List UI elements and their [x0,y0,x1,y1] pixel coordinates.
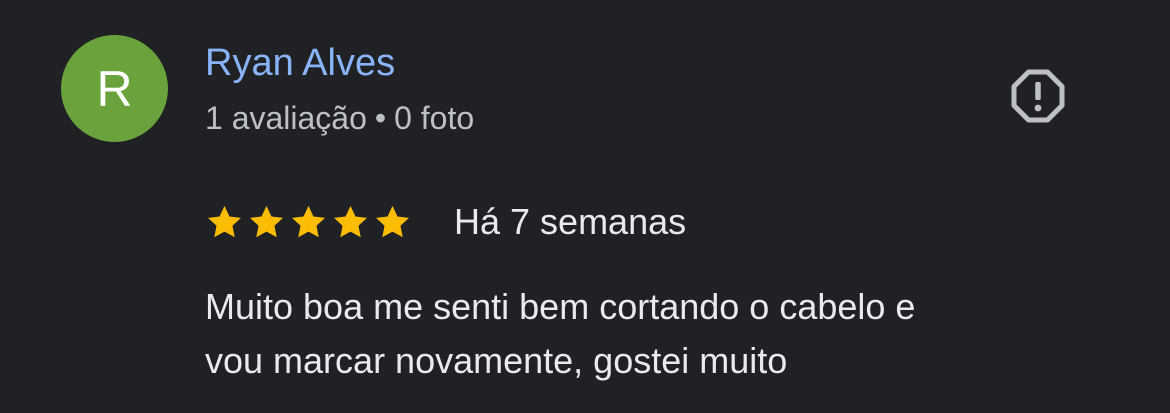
star-icon [334,205,367,237]
review-text-line: vou marcar novamente, gostei muito [205,340,788,381]
meta-separator: • [374,100,387,136]
star-icon [376,205,409,237]
star-icon [250,205,283,237]
photos-count: 0 foto [394,100,475,136]
star-icon [292,205,325,237]
avatar-initial: R [96,60,133,117]
report-button[interactable] [1005,63,1071,129]
reviews-count: 1 avaliação [205,100,367,136]
rating-row: Há 7 semanas [205,199,686,245]
report-octagon-icon [1011,69,1065,123]
review-text-line: Muito boa me senti bem cortando o cabelo… [205,286,916,327]
star-rating [205,203,412,242]
review-text: Muito boa me senti bem cortando o cabelo… [205,280,1105,388]
avatar[interactable]: R [61,35,168,142]
review-date: Há 7 semanas [454,201,687,242]
star-icon [208,205,241,237]
author-name[interactable]: Ryan Alves [205,40,395,86]
review-card: R Ryan Alves 1 avaliação • 0 foto Há 7 sem… [0,0,1170,413]
author-meta: 1 avaliação • 0 foto [205,97,474,139]
